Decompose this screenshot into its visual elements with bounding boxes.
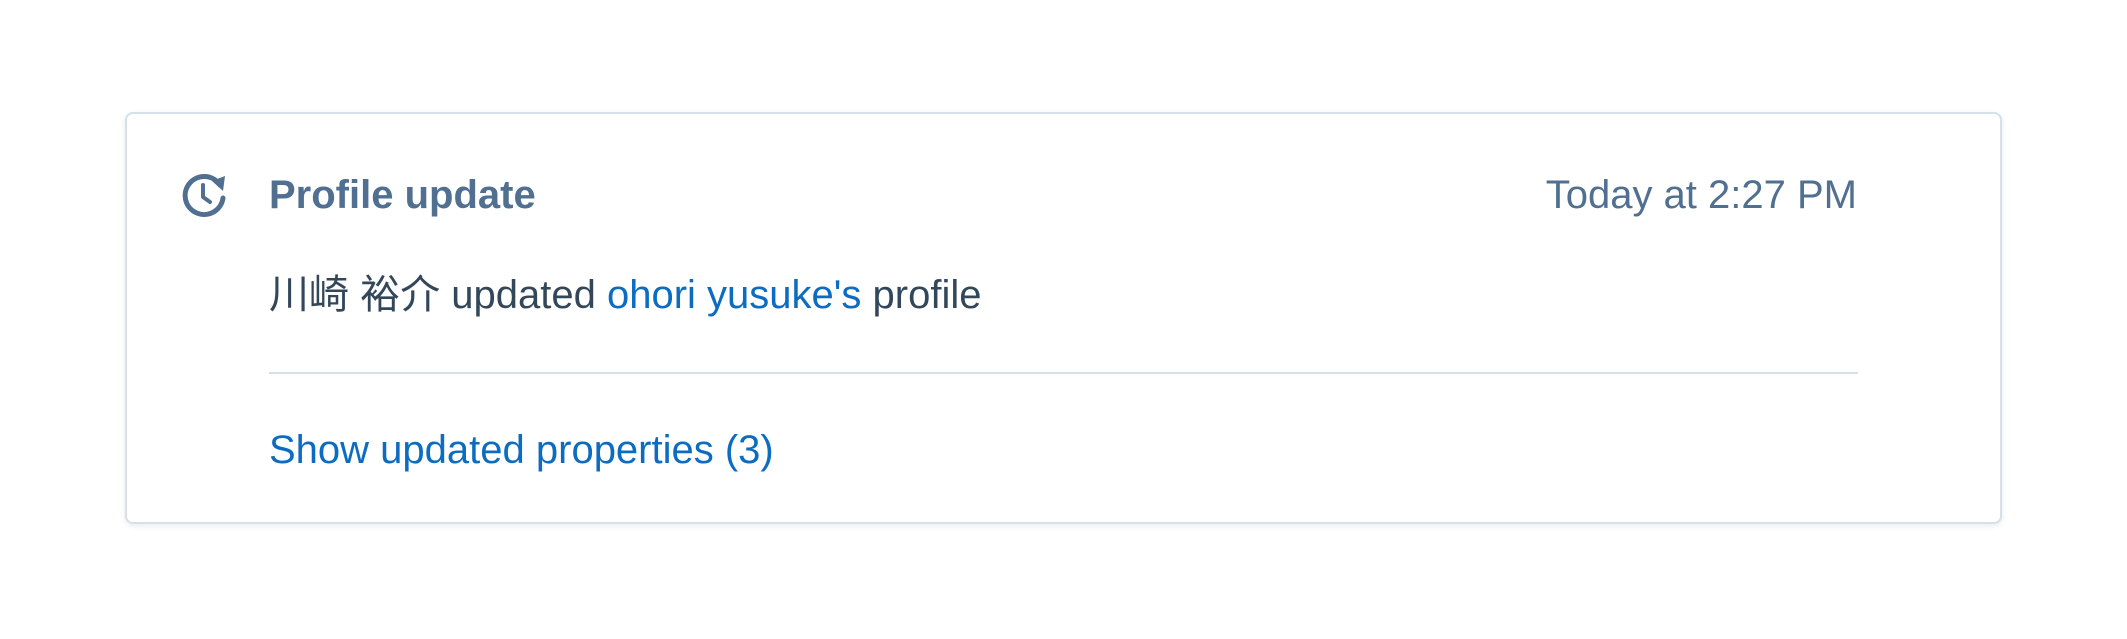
activity-timestamp: Today at 2:27 PM <box>1545 173 1857 217</box>
actor-name: 川崎 裕介 <box>269 273 441 317</box>
show-updated-properties-link[interactable]: Show updated properties (3) <box>269 424 774 476</box>
activity-title: Profile update <box>269 173 536 217</box>
object-text: profile <box>872 273 982 317</box>
activity-card: Profile update Today at 2:27 PM 川崎 裕介 up… <box>125 112 2002 524</box>
activity-description: 川崎 裕介 updated ohori yusuke's profile <box>269 269 981 321</box>
action-verb: updated <box>451 273 596 317</box>
divider <box>269 372 1858 374</box>
history-clock-icon <box>179 170 229 220</box>
contact-profile-link[interactable]: ohori yusuke's <box>607 273 861 317</box>
